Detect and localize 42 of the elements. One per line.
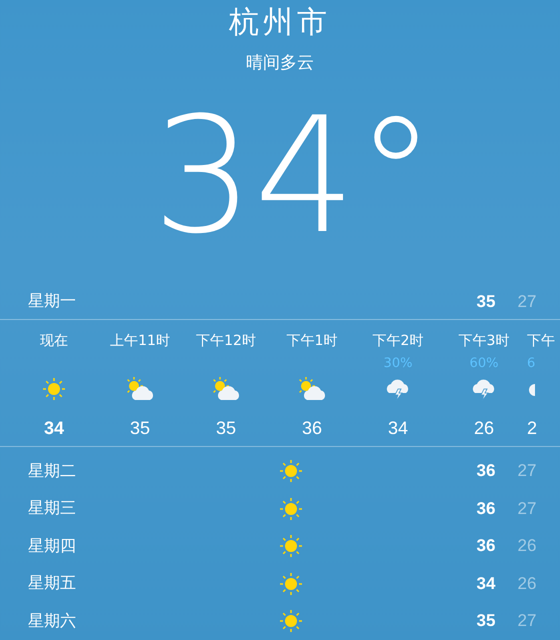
low-temperature: 27 (516, 292, 538, 312)
hour-temperature: 34 (388, 418, 408, 440)
city-name: 杭州市 (228, 4, 332, 42)
hour-label: 下午 (527, 332, 555, 352)
sun-icon (278, 570, 304, 597)
hour-label: 下午1时 (286, 332, 338, 352)
cloud-icon (527, 382, 535, 396)
hour-temperature: 34 (44, 418, 64, 440)
hour-label: 下午3时 (458, 332, 510, 352)
hour-temperature: 35 (130, 418, 150, 440)
hour-label: 上午11时 (110, 332, 170, 352)
day-name: 星期一 (28, 291, 77, 312)
sun-icon (278, 496, 304, 522)
high-temperature: 36 (476, 461, 496, 482)
sun-icon (41, 376, 67, 402)
hour-temperature: 35 (216, 418, 236, 440)
low-temperature: 27 (516, 498, 538, 519)
sun-icon (278, 608, 304, 634)
day-name: 星期五 (28, 573, 77, 594)
hour-temperature: 36 (302, 418, 322, 440)
high-temperature: 35 (476, 611, 496, 632)
day-name: 星期六 (28, 610, 77, 632)
high-temperature: 35 (476, 292, 496, 312)
hour-label: 下午12时 (196, 332, 256, 352)
high-temperature: 34 (476, 574, 496, 594)
hour-temperature: 2 (527, 418, 538, 440)
current-temperature: 34° (151, 96, 437, 264)
hour-temperature: 26 (474, 418, 494, 440)
day-name: 星期三 (28, 498, 77, 520)
day-name: 星期二 (28, 460, 77, 482)
low-temperature: 26 (516, 536, 538, 556)
hour-label: 现在 (40, 332, 68, 352)
sun-icon (278, 533, 304, 560)
low-temperature: 26 (516, 574, 538, 594)
high-temperature: 36 (476, 536, 496, 556)
hour-label: 下午2时 (372, 332, 424, 352)
high-temperature: 36 (476, 498, 496, 519)
day-name: 星期四 (28, 536, 77, 557)
low-temperature: 27 (516, 611, 538, 632)
low-temperature: 27 (516, 461, 538, 482)
sun-icon (278, 458, 304, 484)
weather-condition: 晴间多云 (245, 52, 315, 74)
